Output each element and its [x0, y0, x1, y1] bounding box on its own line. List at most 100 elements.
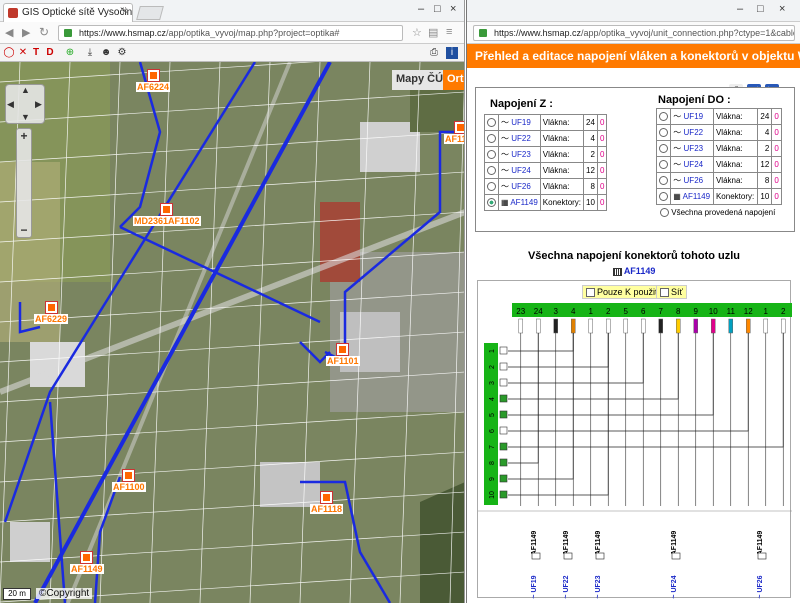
- info-icon[interactable]: i: [446, 47, 458, 59]
- row-radio[interactable]: [659, 192, 668, 202]
- close-window-icon[interactable]: ×: [450, 3, 456, 15]
- row-name-cell[interactable]: ▦ AF1149: [670, 188, 714, 205]
- row-name[interactable]: AF1149: [510, 198, 537, 207]
- row-name[interactable]: UF23: [684, 144, 704, 153]
- connection-row[interactable]: 〜 UF24 Vlákna: 12 0: [655, 156, 782, 173]
- new-tab-button[interactable]: [136, 6, 164, 20]
- row-name-cell[interactable]: ▦ AF1149: [498, 194, 541, 211]
- connection-row[interactable]: 〜 UF23 Vlákna: 2 0: [655, 140, 782, 157]
- add-icon[interactable]: ⊕: [64, 47, 76, 59]
- all-connections-radio[interactable]: [660, 208, 669, 218]
- pan-right-icon[interactable]: ▶: [35, 99, 42, 110]
- row-name[interactable]: UF23: [511, 150, 531, 159]
- row-name-cell[interactable]: 〜 UF26: [498, 178, 541, 195]
- close-tab-icon[interactable]: ×: [122, 6, 128, 17]
- row-radio-cell[interactable]: [655, 172, 672, 189]
- print-icon[interactable]: ⎙: [428, 47, 440, 59]
- connection-row[interactable]: 〜 UF23 Vlákna: 2 0: [484, 146, 608, 163]
- connection-row[interactable]: 〜 UF19 Vlákna: 24 0: [484, 114, 608, 131]
- map-copyright[interactable]: ©Copyright: [36, 588, 93, 599]
- connection-row[interactable]: 〜 UF22 Vlákna: 4 0: [484, 130, 608, 147]
- row-radio-cell[interactable]: [655, 108, 672, 125]
- reload-icon[interactable]: ↻: [39, 25, 49, 39]
- row-radio[interactable]: [487, 118, 496, 128]
- row-radio-cell[interactable]: [655, 188, 672, 205]
- connection-row[interactable]: 〜 UF24 Vlákna: 12 0: [484, 162, 608, 179]
- settings-icon[interactable]: ⚙: [116, 47, 128, 59]
- pan-up-icon[interactable]: ▲: [21, 85, 30, 95]
- browser-menu-icon[interactable]: ≡: [446, 26, 452, 38]
- row-name[interactable]: UF22: [511, 134, 531, 143]
- pan-down-icon[interactable]: ▼: [21, 112, 30, 122]
- row-name[interactable]: UF19: [511, 118, 531, 127]
- right-url-field[interactable]: https://www.hsmap.cz/app/optika_vyvoj/un…: [473, 25, 795, 41]
- zoom-out-icon[interactable]: −: [17, 223, 31, 237]
- row-radio[interactable]: [487, 182, 496, 192]
- row-radio-cell[interactable]: [484, 162, 499, 179]
- row-radio[interactable]: [487, 166, 496, 176]
- map-marker[interactable]: AF1107: [444, 121, 464, 144]
- all-connections-option[interactable]: Všechna provedená napojení: [660, 208, 775, 218]
- download-icon[interactable]: ⤓: [84, 47, 96, 59]
- row-radio[interactable]: [659, 160, 668, 170]
- map-ortho-button[interactable]: Orto: [443, 70, 464, 90]
- row-radio-cell[interactable]: [484, 178, 499, 195]
- map-canvas[interactable]: Mapy ČÚZK Orto ▲ ◀ ▶ ▼ + − AF6224 AF1107…: [0, 62, 464, 603]
- row-radio[interactable]: [659, 144, 668, 154]
- row-name[interactable]: UF22: [684, 128, 704, 137]
- row-radio-cell[interactable]: [484, 194, 499, 211]
- row-radio-cell[interactable]: [484, 114, 499, 131]
- left-browser-tab[interactable]: GIS Optické sítě Vysočina ×: [3, 3, 133, 22]
- text-tool-icon[interactable]: T: [30, 47, 42, 59]
- row-radio[interactable]: [659, 112, 668, 122]
- row-radio-cell[interactable]: [484, 146, 499, 163]
- forward-icon[interactable]: ▶: [22, 26, 30, 39]
- row-radio[interactable]: [487, 198, 496, 208]
- row-name-cell[interactable]: 〜 UF24: [670, 156, 714, 173]
- connection-row[interactable]: 〜 UF26 Vlákna: 8 0: [655, 172, 782, 189]
- draw-tool-icon[interactable]: D: [44, 47, 56, 59]
- extension-icon[interactable]: ▤: [428, 26, 438, 39]
- row-radio-cell[interactable]: [655, 156, 672, 173]
- connection-row[interactable]: 〜 UF22 Vlákna: 4 0: [655, 124, 782, 141]
- close-window-icon[interactable]: ×: [779, 3, 785, 15]
- map-marker[interactable]: AF1118: [310, 491, 344, 514]
- row-name-cell[interactable]: 〜 UF23: [670, 140, 714, 157]
- maximize-icon[interactable]: □: [434, 3, 441, 15]
- connection-row[interactable]: ▦ AF1149 Konektory: 10 0: [655, 188, 782, 205]
- connection-row[interactable]: 〜 UF19 Vlákna: 24 0: [655, 108, 782, 125]
- map-zoom-control[interactable]: + −: [16, 128, 32, 238]
- row-name[interactable]: UF24: [511, 166, 531, 175]
- map-marker[interactable]: AF1100: [112, 469, 146, 492]
- minimize-icon[interactable]: –: [737, 3, 743, 15]
- power-icon[interactable]: ◯: [3, 47, 15, 59]
- row-radio-cell[interactable]: [655, 124, 672, 141]
- map-marker[interactable]: AF1149: [70, 551, 104, 574]
- row-name[interactable]: UF26: [511, 182, 531, 191]
- row-radio[interactable]: [659, 176, 668, 186]
- row-name[interactable]: UF26: [684, 176, 704, 185]
- connection-row[interactable]: 〜 UF26 Vlákna: 8 0: [484, 178, 608, 195]
- row-name-cell[interactable]: 〜 UF26: [670, 172, 714, 189]
- row-name-cell[interactable]: 〜 UF19: [670, 108, 714, 125]
- bookmark-star-icon[interactable]: ☆: [412, 26, 422, 39]
- row-name[interactable]: AF1149: [683, 192, 710, 201]
- maximize-icon[interactable]: □: [757, 3, 764, 15]
- map-marker[interactable]: AF6224: [136, 69, 171, 92]
- row-name[interactable]: UF24: [684, 160, 704, 169]
- row-name-cell[interactable]: 〜 UF24: [498, 162, 541, 179]
- row-name-cell[interactable]: 〜 UF22: [670, 124, 714, 141]
- user-icon[interactable]: ☻: [100, 47, 112, 59]
- measure-icon[interactable]: ✕: [17, 47, 29, 59]
- row-name-cell[interactable]: 〜 UF22: [498, 130, 541, 147]
- section-node[interactable]: AF1149: [467, 266, 800, 276]
- row-radio[interactable]: [487, 150, 496, 160]
- row-radio[interactable]: [659, 128, 668, 138]
- row-name-cell[interactable]: 〜 UF19: [498, 114, 541, 131]
- zoom-in-icon[interactable]: +: [17, 129, 31, 143]
- pan-left-icon[interactable]: ◀: [7, 99, 14, 110]
- row-radio-cell[interactable]: [655, 140, 672, 157]
- back-icon[interactable]: ◀: [5, 26, 13, 39]
- row-name-cell[interactable]: 〜 UF23: [498, 146, 541, 163]
- connection-row[interactable]: ▦ AF1149 Konektory: 10 0: [484, 194, 608, 211]
